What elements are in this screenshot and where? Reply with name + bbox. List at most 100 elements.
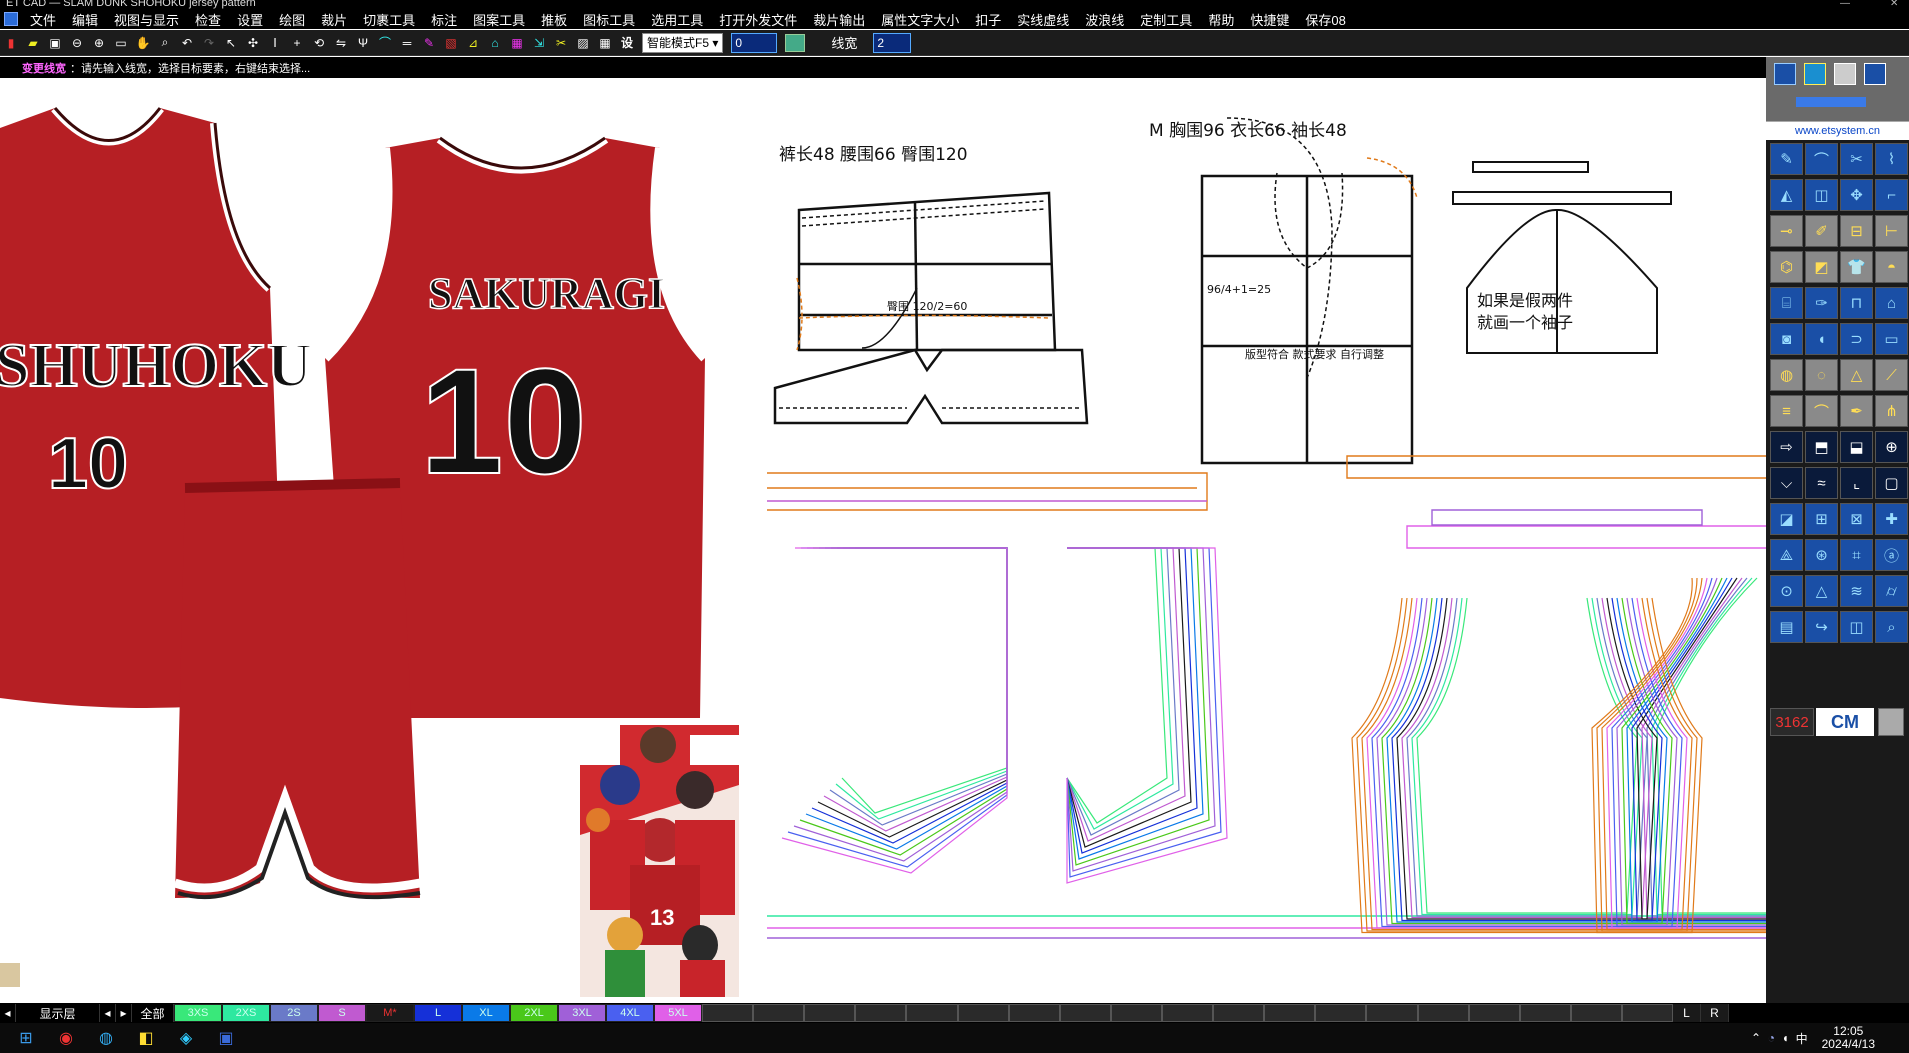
text-icon[interactable]: Ⅰ xyxy=(266,34,284,52)
close-icon[interactable]: ✕ xyxy=(1890,0,1898,9)
menu-seltool[interactable]: 选用工具 xyxy=(643,10,711,29)
pen-icon[interactable]: ✎ xyxy=(420,34,438,52)
redo-icon[interactable]: ↷ xyxy=(200,34,218,52)
menu-shortcut[interactable]: 快捷键 xyxy=(1242,10,1297,29)
app4-taskbar-icon[interactable]: ◈ xyxy=(172,1026,200,1050)
triangle-tool-icon[interactable]: △ xyxy=(1805,575,1838,607)
corner-tool-icon[interactable]: ⌐ xyxy=(1875,179,1908,211)
menu-export[interactable]: 裁片输出 xyxy=(805,10,873,29)
size-3xl[interactable]: 3XL xyxy=(558,1004,606,1022)
hanger-icon[interactable]: ⌂ xyxy=(486,34,504,52)
size-5xl[interactable]: 5XL xyxy=(654,1004,702,1022)
all-sizes-button[interactable]: 全部 xyxy=(132,1004,174,1022)
dart-icon[interactable]: ⊿ xyxy=(464,34,482,52)
drawing-canvas[interactable]: SHUHOKU 10 SAKURAGI 10 13 裤长48 腰围66 臀围12… xyxy=(0,78,1766,1003)
menu-openext[interactable]: 打开外发文件 xyxy=(711,10,805,29)
size-m[interactable]: M* xyxy=(366,1004,414,1022)
menu-save08[interactable]: 保存08 xyxy=(1297,10,1353,29)
right-piece-button[interactable]: R xyxy=(1701,1004,1729,1022)
cad-taskbar-icon[interactable]: ◧ xyxy=(132,1026,160,1050)
shirt-a-tool-icon[interactable]: 👕 xyxy=(1840,251,1873,283)
fold-tool-icon[interactable]: ⊓ xyxy=(1840,287,1873,319)
cut-icon[interactable]: ✂ xyxy=(552,34,570,52)
menu-wave[interactable]: 波浪线 xyxy=(1077,10,1132,29)
panel-tab-icon-3[interactable] xyxy=(1834,63,1856,85)
zoom-tool-icon[interactable]: ⊕ xyxy=(1875,431,1908,463)
zoom-in-icon[interactable]: ⊕ xyxy=(90,34,108,52)
export-tool-icon[interactable]: ⬓ xyxy=(1840,431,1873,463)
menu-draw[interactable]: 绘图 xyxy=(271,10,313,29)
grid-icon[interactable]: ▦ xyxy=(596,34,614,52)
lang-icon[interactable]: 中 xyxy=(1796,1030,1808,1047)
add-tool-icon[interactable]: ✚ xyxy=(1875,503,1908,535)
open-folder-icon[interactable]: ▰ xyxy=(24,34,42,52)
slant-tool-icon[interactable]: ⟋ xyxy=(1875,359,1908,391)
menu-pattern[interactable]: 图案工具 xyxy=(465,10,533,29)
corner-b-tool-icon[interactable]: ⌞ xyxy=(1840,467,1873,499)
save-icon[interactable]: ▣ xyxy=(46,34,64,52)
menu-dash[interactable]: 实线虚线 xyxy=(1009,10,1077,29)
size-prev-button[interactable]: ◂ xyxy=(100,1004,116,1022)
blade-tool-icon[interactable]: ⟁ xyxy=(1770,539,1803,571)
bucket-tool-icon[interactable]: ◙ xyxy=(1770,323,1803,355)
pattern-drafting-area[interactable]: 裤长48 腰围66 臀围120 臀围 120/2=60 M 胸围96 衣长66 … xyxy=(767,78,1766,1003)
fit-window-icon[interactable]: ▭ xyxy=(112,34,130,52)
tray-app-icon[interactable]: ◔ xyxy=(1768,1031,1775,1045)
app5-taskbar-icon[interactable]: ▣ xyxy=(212,1026,240,1050)
tool-43-tool-icon[interactable]: ⊠ xyxy=(1840,503,1873,535)
collar-tool-icon[interactable]: ⊃ xyxy=(1840,323,1873,355)
fabric-tool-icon[interactable]: ≋ xyxy=(1840,575,1873,607)
trident-icon[interactable]: Ψ xyxy=(354,34,372,52)
mask-tool-icon[interactable]: ◩ xyxy=(1805,251,1838,283)
wave-tool-icon[interactable]: ≈ xyxy=(1805,467,1838,499)
marker-tool-icon[interactable]: ✐ xyxy=(1805,215,1838,247)
tool-52-tool-icon[interactable]: ⌭ xyxy=(1875,575,1908,607)
menu-edit[interactable]: 编辑 xyxy=(64,10,106,29)
tri-dart-tool-icon[interactable]: △ xyxy=(1840,359,1873,391)
menu-mark[interactable]: 标注 xyxy=(423,10,465,29)
arrow-curve-tool-icon[interactable]: ↪ xyxy=(1805,611,1838,643)
measure-tool-icon[interactable]: ⊙ xyxy=(1770,575,1803,607)
slipper-tool-icon[interactable]: ⌗ xyxy=(1840,539,1873,571)
tray-up-icon[interactable]: ⌃ xyxy=(1751,1031,1761,1045)
zoom-out-icon[interactable]: ⊖ xyxy=(68,34,86,52)
menu-help[interactable]: 帮助 xyxy=(1200,10,1242,29)
zoom-area-icon[interactable]: ⌕ xyxy=(156,34,174,52)
arrow-right-tool-icon[interactable]: ⇨ xyxy=(1770,431,1803,463)
app1-taskbar-icon[interactable]: ◉ xyxy=(52,1026,80,1050)
pleat-tool-icon[interactable]: ≡ xyxy=(1770,395,1803,427)
panel-tab-icon-2[interactable] xyxy=(1804,63,1826,85)
settings-text-icon[interactable]: 设 xyxy=(618,34,636,52)
parallel-line-icon[interactable]: ═ xyxy=(398,34,416,52)
size-2s[interactable]: 2S xyxy=(270,1004,318,1022)
new-file-icon[interactable]: ▮ xyxy=(2,34,20,52)
quill-tool-icon[interactable]: ✒ xyxy=(1840,395,1873,427)
tool-42-tool-icon[interactable]: ⊞ xyxy=(1805,503,1838,535)
cross-icon[interactable]: + xyxy=(288,34,306,52)
size-xl[interactable]: XL xyxy=(462,1004,510,1022)
mirror-icon[interactable]: ⇋ xyxy=(332,34,350,52)
hanger-tool-icon[interactable]: ⌂ xyxy=(1875,287,1908,319)
sewing-machine-tool-icon[interactable]: ⌸ xyxy=(1770,287,1803,319)
move-point-tool-icon[interactable]: ✥ xyxy=(1840,179,1873,211)
comb-tool-icon[interactable]: ⋔ xyxy=(1875,395,1908,427)
menu-button[interactable]: 扣子 xyxy=(967,10,1009,29)
size-l[interactable]: L xyxy=(414,1004,462,1022)
tool-46-tool-icon[interactable]: ⊛ xyxy=(1805,539,1838,571)
size-3xs[interactable]: 3XS xyxy=(174,1004,222,1022)
shirt-b-tool-icon[interactable]: ◓ xyxy=(1875,251,1908,283)
confirm-icon[interactable] xyxy=(785,33,806,52)
select-arrow-icon[interactable]: ↖ xyxy=(222,34,240,52)
menu-settings[interactable]: 设置 xyxy=(229,10,271,29)
menu-icontool[interactable]: 图标工具 xyxy=(575,10,643,29)
hatch-icon[interactable]: ▧ xyxy=(442,34,460,52)
minimize-icon[interactable]: — xyxy=(1840,0,1850,9)
pin-tool-icon[interactable]: ⊸ xyxy=(1770,215,1803,247)
left-piece-button[interactable]: L xyxy=(1673,1004,1701,1022)
linewidth-input[interactable]: 2 xyxy=(873,32,912,53)
pan-hand-icon[interactable]: ✋ xyxy=(134,34,152,52)
mode-select[interactable]: 智能模式F5 ▾ xyxy=(642,32,724,53)
sleeve-tool-icon[interactable]: ◖ xyxy=(1805,323,1838,355)
piece-cut-tool-icon[interactable]: ⊟ xyxy=(1840,215,1873,247)
image-icon[interactable]: ▨ xyxy=(574,34,592,52)
